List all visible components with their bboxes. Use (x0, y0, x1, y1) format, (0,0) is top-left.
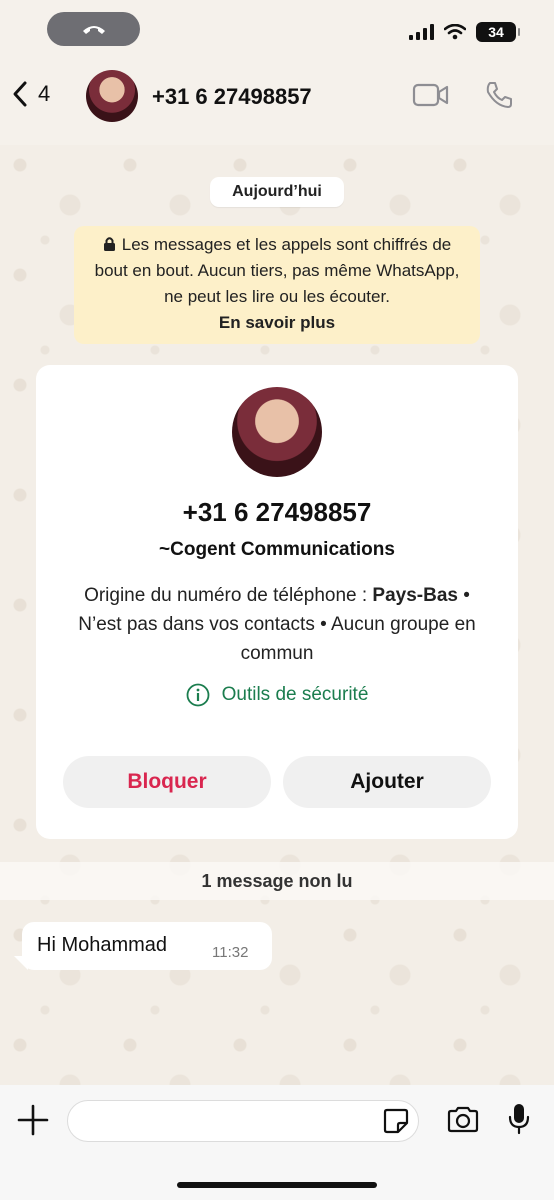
contact-profile-name: ~Cogent Communications (159, 539, 395, 560)
back-button[interactable]: 4 (12, 80, 50, 108)
encryption-text: Les messages et les appels sont chiffrés… (94, 235, 460, 306)
encryption-notice[interactable]: Les messages et les appels sont chiffrés… (74, 226, 480, 344)
voice-call-icon[interactable] (484, 80, 514, 110)
video-call-icon[interactable] (412, 82, 450, 108)
unknown-contact-card: +31 6 27498857 ~Cogent Communications Or… (36, 365, 518, 839)
info-icon (186, 683, 209, 707)
origin-country: Pays-Bas (372, 585, 458, 606)
contact-phone-number: +31 6 27498857 (182, 497, 372, 527)
block-button[interactable]: Bloquer (63, 756, 271, 808)
home-indicator (177, 1182, 377, 1188)
origin-label: Origine du numéro de téléphone : (84, 585, 373, 606)
unread-messages-banner: 1 message non lu (0, 862, 554, 900)
learn-more-link[interactable]: En savoir plus (88, 310, 466, 336)
contact-card-avatar[interactable] (232, 387, 322, 477)
cellular-signal-icon (409, 24, 434, 40)
add-contact-button[interactable]: Ajouter (283, 756, 491, 808)
lock-icon (103, 237, 115, 251)
phone-hangup-icon (82, 26, 105, 34)
microphone-icon[interactable] (507, 1102, 531, 1136)
chevron-left-icon (13, 81, 27, 107)
status-bar: 34 (0, 0, 554, 60)
safety-tools-link[interactable]: Outils de sécurité (36, 683, 518, 707)
plus-icon[interactable] (16, 1103, 50, 1137)
wifi-icon (444, 24, 466, 40)
unread-chats-count: 4 (38, 81, 51, 106)
contact-avatar[interactable] (86, 70, 138, 122)
contact-info-text: Origine du numéro de téléphone : Pays-Ba… (66, 581, 488, 668)
message-input[interactable] (67, 1100, 419, 1142)
camera-icon[interactable] (446, 1105, 480, 1133)
active-call-pill[interactable] (47, 12, 140, 46)
message-timestamp: 11:32 (212, 944, 249, 961)
message-text: Hi Mohammad (37, 934, 168, 956)
chat-header: 4 +31 6 27498857 (0, 62, 554, 142)
date-separator: Aujourd’hui (210, 177, 344, 207)
incoming-message[interactable]: Hi Mohammad 11:32 (22, 922, 272, 970)
composer-bar (0, 1085, 554, 1200)
chat-title[interactable]: +31 6 27498857 (152, 84, 312, 110)
sticker-icon[interactable] (383, 1108, 409, 1134)
safety-tools-label: Outils de sécurité (221, 684, 369, 705)
battery-icon: 34 (476, 22, 520, 42)
